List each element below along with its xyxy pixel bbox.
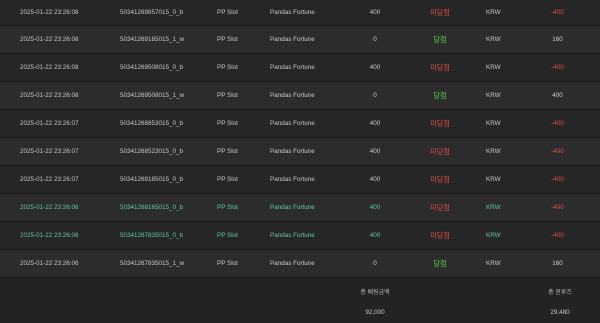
bet-result: 당첨 — [433, 258, 447, 268]
game-name: Pandas Fortune — [270, 120, 315, 127]
bet-id: 50341269508015_0_b — [120, 64, 184, 71]
bet-time: 2025-01-22 23:26:08 — [20, 9, 79, 16]
win-amount: 160 — [552, 260, 563, 267]
game-name: Pandas Fortune — [270, 204, 315, 211]
game-name: Pandas Fortune — [270, 9, 315, 16]
currency: KRW — [486, 232, 501, 239]
currency: KRW — [486, 9, 501, 16]
game-name: Pandas Fortune — [270, 64, 315, 71]
game-name: Pandas Fortune — [270, 148, 315, 155]
game-name: Pandas Fortune — [270, 92, 315, 99]
table-row: 2025-01-22 23:26:07 50341269185015_0_b PP … — [0, 166, 600, 194]
win-amount: -400 — [551, 120, 564, 127]
game-category: PP Slot — [217, 9, 238, 16]
game-name: Pandas Fortune — [270, 260, 315, 267]
table-row: 2025-01-22 23:26:08 50341269857015_0_b PP … — [0, 0, 600, 26]
total-winloss-label: 총 윈루즈 — [548, 290, 572, 296]
game-category: PP Slot — [217, 120, 238, 127]
total-bet-value: 92,000 — [365, 309, 385, 316]
currency: KRW — [486, 36, 501, 43]
bet-time: 2025-01-22 23:26:08 — [20, 64, 79, 71]
currency: KRW — [486, 92, 501, 99]
bet-id: 50341268165015_0_b — [120, 204, 184, 211]
bet-amount: 400 — [369, 64, 381, 71]
table-row: 2025-01-22 23:26:06 50341267835015_0_b PP … — [0, 222, 600, 250]
table-row: 2025-01-22 23:26:08 50341269508015_1_w PP … — [0, 82, 600, 110]
win-amount: -400 — [551, 176, 564, 183]
bet-amount: 400 — [369, 148, 381, 155]
bet-amount: 400 — [369, 204, 381, 211]
bet-result: 미당첨 — [430, 146, 450, 156]
win-amount: -400 — [551, 64, 564, 71]
win-amount: -400 — [551, 232, 564, 239]
bet-time: 2025-01-22 23:26:07 — [20, 120, 79, 127]
bet-amount: 0 — [373, 260, 377, 267]
bet-time: 2025-01-22 23:26:08 — [20, 36, 79, 43]
bet-amount: 400 — [369, 120, 381, 127]
bet-result: 미당첨 — [430, 62, 450, 72]
currency: KRW — [486, 204, 501, 211]
bet-amount: 400 — [369, 232, 381, 239]
game-category: PP Slot — [217, 92, 238, 99]
bet-id: 50341267835015_1_w — [120, 260, 185, 267]
bet-history-table: 2025-01-22 23:26:08 50341269857015_0_b PP … — [0, 0, 600, 321]
bet-time: 2025-01-22 23:26:08 — [20, 92, 79, 99]
table-row: 2025-01-22 23:26:07 50341268523015_0_b PP … — [0, 138, 600, 166]
bet-time: 2025-01-22 23:26:06 — [20, 204, 79, 211]
bet-result: 미당첨 — [430, 118, 450, 128]
bet-result: 미당첨 — [430, 230, 450, 240]
bet-time: 2025-01-22 23:26:06 — [20, 232, 79, 239]
bet-time: 2025-01-22 23:26:07 — [20, 148, 79, 155]
currency: KRW — [486, 120, 501, 127]
bet-id: 50341269185015_1_w — [120, 36, 185, 43]
currency: KRW — [486, 148, 501, 155]
game-category: PP Slot — [217, 64, 238, 71]
bet-id: 50341269508015_1_w — [120, 92, 185, 99]
currency: KRW — [486, 64, 501, 71]
bet-time: 2025-01-22 23:26:06 — [20, 260, 79, 267]
game-name: Pandas Fortune — [270, 232, 315, 239]
game-category: PP Slot — [217, 176, 238, 183]
game-category: PP Slot — [217, 148, 238, 155]
bet-id: 50341267835015_0_b — [120, 232, 184, 239]
game-name: Pandas Fortune — [270, 36, 315, 43]
bet-result: 당첨 — [433, 90, 447, 100]
table-row: 2025-01-22 23:26:08 50341269508015_0_b PP … — [0, 54, 600, 82]
bet-id: 50341269185015_0_b — [120, 176, 184, 183]
currency: KRW — [486, 260, 501, 267]
bet-time: 2025-01-22 23:26:07 — [20, 176, 79, 183]
table-row: 2025-01-22 23:26:06 50341268165015_0_b PP … — [0, 194, 600, 222]
bet-amount: 400 — [369, 176, 381, 183]
bet-result: 미당첨 — [430, 174, 450, 184]
currency: KRW — [486, 176, 501, 183]
total-winloss-value: 29,480 — [550, 309, 570, 316]
game-name: Pandas Fortune — [270, 176, 315, 183]
bet-amount: 400 — [369, 9, 381, 16]
bet-id: 50341269857015_0_b — [120, 9, 184, 16]
game-category: PP Slot — [217, 36, 238, 43]
game-category: PP Slot — [217, 232, 238, 239]
game-category: PP Slot — [217, 260, 238, 267]
bet-amount: 0 — [373, 36, 377, 43]
bet-result: 미당첨 — [430, 202, 450, 212]
win-amount: 160 — [552, 36, 563, 43]
total-bet-label: 총 배팅금액 — [360, 290, 390, 296]
game-category: PP Slot — [217, 204, 238, 211]
bet-history-rows: 2025-01-22 23:26:08 50341269857015_0_b PP … — [0, 0, 600, 278]
win-amount: -400 — [551, 9, 564, 16]
bet-amount: 0 — [373, 92, 377, 99]
table-row: 2025-01-22 23:26:07 50341268853015_0_b PP … — [0, 110, 600, 138]
summary-footer: 총 배팅금액 92,000 총 윈루즈 29,480 — [0, 278, 600, 321]
win-amount: -400 — [551, 148, 564, 155]
win-amount: 400 — [552, 92, 563, 99]
table-row: 2025-01-22 23:26:06 50341267835015_1_w PP … — [0, 250, 600, 278]
table-row: 2025-01-22 23:26:08 50341269185015_1_w PP … — [0, 26, 600, 54]
bet-result: 미당첨 — [430, 7, 450, 17]
win-amount: -400 — [551, 204, 564, 211]
bet-id: 50341268853015_0_b — [120, 120, 184, 127]
bet-result: 당첨 — [433, 34, 447, 44]
bet-id: 50341268523015_0_b — [120, 148, 184, 155]
